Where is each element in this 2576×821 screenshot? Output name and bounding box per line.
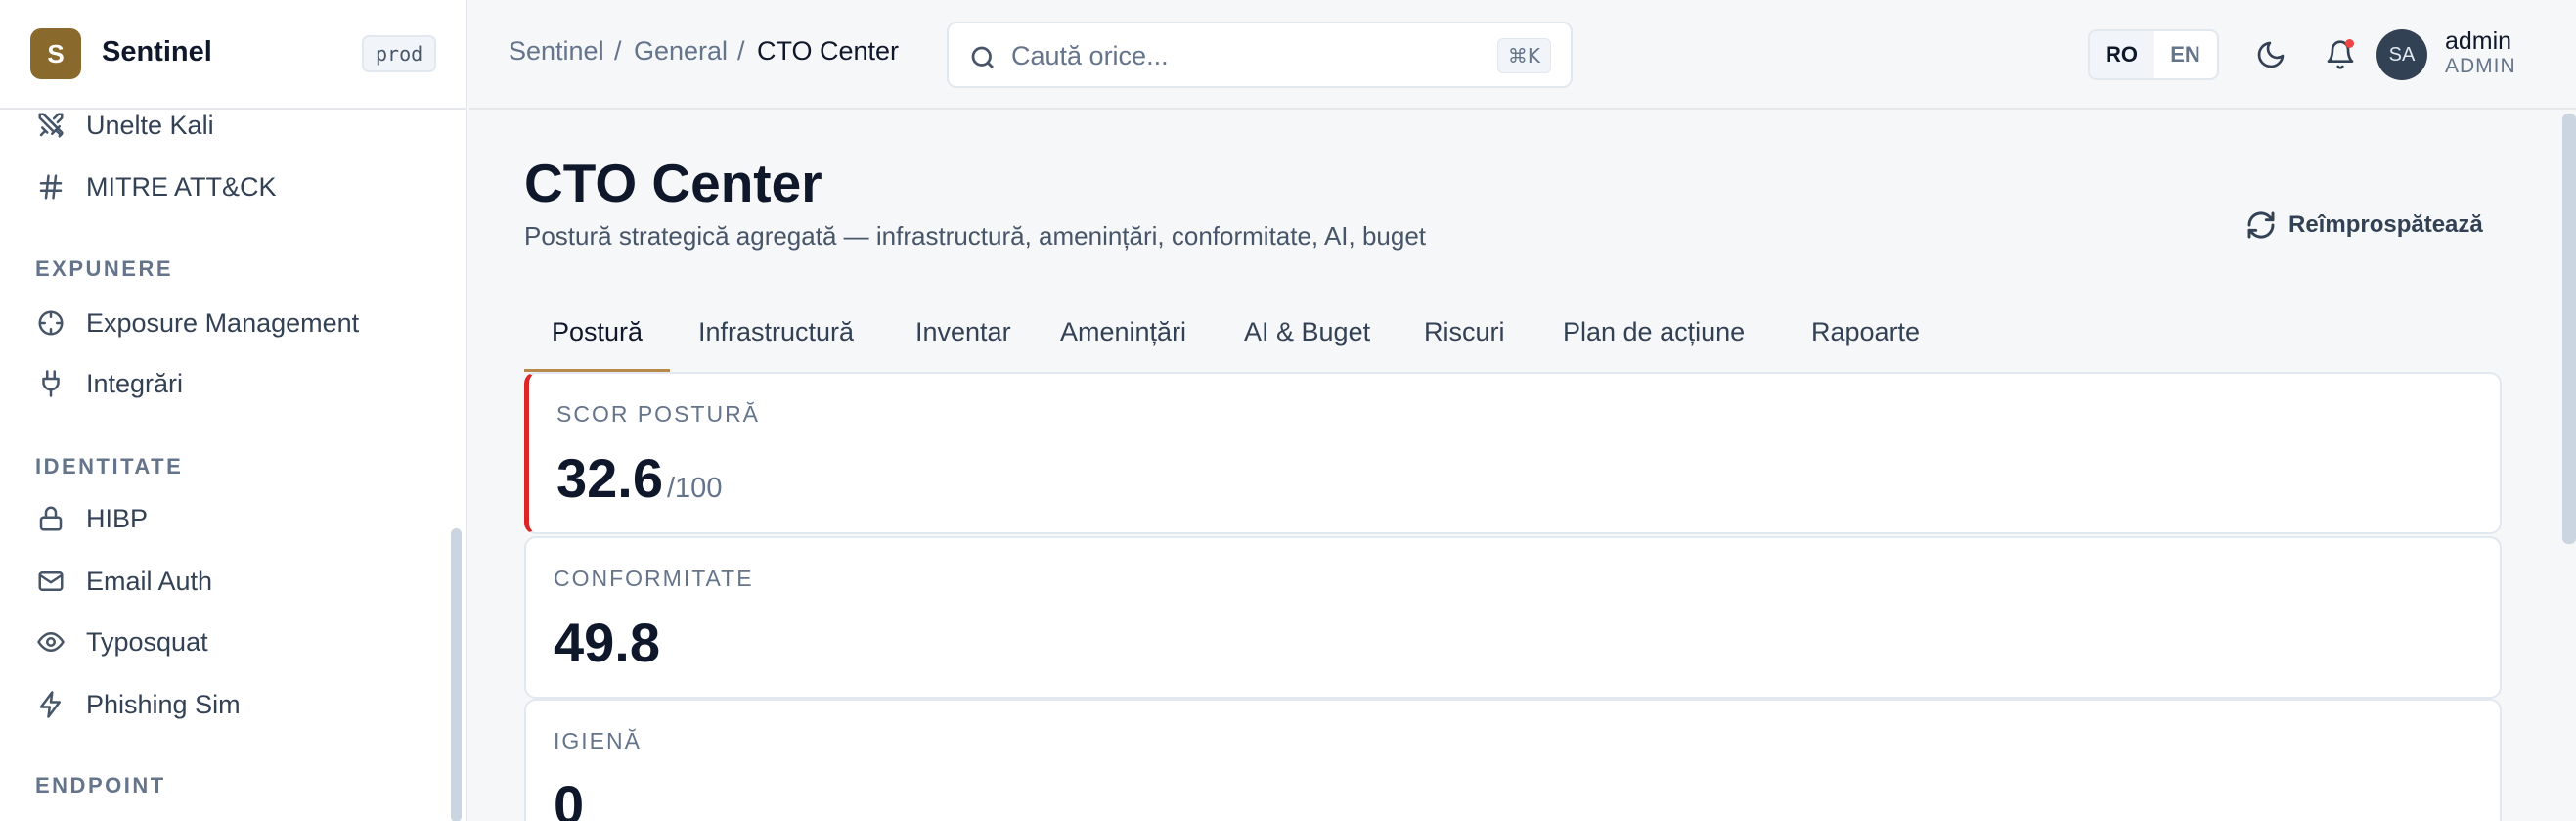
sidebar-item-label: MITRE ATT&CK bbox=[86, 171, 277, 202]
metric-label: IGIENĂ bbox=[554, 728, 642, 753]
metric-card-igiena: IGIENĂ 0 bbox=[524, 699, 2502, 821]
metric-value: 32.6/100 bbox=[556, 446, 722, 510]
refresh-icon bbox=[2247, 211, 2275, 239]
sidebar-item-integrari[interactable]: Integrări bbox=[35, 359, 183, 408]
section-label-expunere: EXPUNERE bbox=[35, 256, 174, 281]
brand-logo[interactable]: S bbox=[30, 28, 81, 79]
notification-dot bbox=[2345, 39, 2354, 48]
top-bar: Sentinel / General / CTO Center ⌘K RO EN… bbox=[469, 0, 2576, 110]
sidebar-item-label: Exposure Management bbox=[86, 307, 360, 338]
metric-value: 0 bbox=[554, 773, 584, 821]
crosshair-icon bbox=[35, 307, 67, 339]
section-label-identitate: IDENTITATE bbox=[35, 454, 184, 479]
hash-icon bbox=[35, 171, 67, 203]
search-input[interactable] bbox=[1011, 37, 1442, 74]
metric-value: 49.8 bbox=[554, 611, 660, 674]
brand-header: S Sentinel prod bbox=[0, 0, 466, 110]
tab-rapoarte[interactable]: Rapoarte bbox=[1784, 311, 1947, 372]
zap-icon bbox=[35, 689, 67, 720]
search-icon bbox=[971, 46, 994, 68]
sidebar: S Sentinel prod Unelte Kali MITRE ATT&CK… bbox=[0, 0, 467, 821]
sidebar-scrollbar[interactable] bbox=[451, 528, 462, 821]
swords-icon bbox=[35, 110, 67, 141]
page-subtitle: Postură strategică agregată — infrastruc… bbox=[524, 221, 1427, 251]
language-en-button[interactable]: EN bbox=[2154, 31, 2217, 78]
lock-icon bbox=[35, 503, 67, 534]
refresh-label: Reîmprospătează bbox=[2288, 211, 2483, 238]
metric-number: 32.6 bbox=[556, 447, 663, 509]
refresh-button[interactable]: Reîmprospătează bbox=[2245, 205, 2483, 245]
sidebar-item-email-auth[interactable]: Email Auth bbox=[35, 557, 212, 606]
breadcrumb-separator: / bbox=[614, 36, 622, 66]
main-scrollbar[interactable] bbox=[2562, 114, 2576, 544]
sidebar-item-label: HIBP bbox=[86, 503, 149, 533]
breadcrumb-separator: / bbox=[737, 36, 745, 66]
sidebar-item-exposure-management[interactable]: Exposure Management bbox=[35, 298, 359, 347]
sidebar-item-hibp[interactable]: HIBP bbox=[35, 494, 148, 543]
tab-infrastructura[interactable]: Infrastructură bbox=[671, 311, 881, 372]
metric-label: CONFORMITATE bbox=[554, 566, 754, 591]
page-title: CTO Center bbox=[524, 153, 822, 213]
sidebar-item-label: Email Auth bbox=[86, 566, 213, 596]
sidebar-item-label: Typosquat bbox=[86, 626, 208, 657]
language-ro-button[interactable]: RO bbox=[2090, 31, 2154, 78]
breadcrumb-general[interactable]: General bbox=[634, 36, 728, 67]
plug-icon bbox=[35, 368, 67, 399]
breadcrumb-sentinel[interactable]: Sentinel bbox=[509, 36, 604, 67]
tab-plan-de-actiune[interactable]: Plan de acțiune bbox=[1535, 311, 1772, 372]
notifications-button[interactable] bbox=[2321, 35, 2360, 74]
search-shortcut-hint: ⌘K bbox=[1496, 38, 1551, 73]
section-label-endpoint: ENDPOINT bbox=[35, 773, 166, 798]
tab-riscuri[interactable]: Riscuri bbox=[1397, 311, 1532, 372]
user-name[interactable]: admin bbox=[2445, 27, 2511, 56]
tab-postura[interactable]: Postură bbox=[524, 311, 671, 372]
metric-number: 49.8 bbox=[554, 612, 660, 673]
metric-number: 0 bbox=[554, 774, 585, 821]
sidebar-item-label: Unelte Kali bbox=[86, 110, 214, 140]
metric-suffix: /100 bbox=[667, 473, 723, 504]
moon-icon bbox=[2257, 41, 2285, 68]
sidebar-item-mitre-attack[interactable]: MITRE ATT&CK bbox=[35, 162, 277, 211]
mail-icon bbox=[35, 566, 67, 597]
tab-ai-buget[interactable]: AI & Buget bbox=[1217, 311, 1398, 372]
avatar[interactable]: SA bbox=[2376, 29, 2427, 80]
global-search[interactable]: ⌘K bbox=[947, 22, 1573, 88]
theme-toggle-button[interactable] bbox=[2251, 35, 2290, 74]
sidebar-item-label: Integrări bbox=[86, 368, 184, 398]
tab-inventar[interactable]: Inventar bbox=[888, 311, 1039, 372]
language-switcher: RO EN bbox=[2088, 29, 2219, 80]
eye-icon bbox=[35, 626, 67, 658]
metric-card-postura: SCOR POSTURĂ 32.6/100 bbox=[524, 372, 2502, 534]
metric-card-conformitate: CONFORMITATE 49.8 bbox=[524, 536, 2502, 699]
sidebar-item-typosquat[interactable]: Typosquat bbox=[35, 617, 208, 666]
sidebar-item-phishing-sim[interactable]: Phishing Sim bbox=[35, 680, 241, 729]
sidebar-item-unelte-kali[interactable]: Unelte Kali bbox=[35, 101, 214, 150]
environment-badge: prod bbox=[362, 35, 437, 72]
user-role: ADMIN bbox=[2445, 55, 2516, 77]
metric-label: SCOR POSTURĂ bbox=[556, 401, 761, 427]
sidebar-item-label: Phishing Sim bbox=[86, 689, 241, 719]
tab-amenintari[interactable]: Amenințări bbox=[1033, 311, 1214, 372]
brand-name[interactable]: Sentinel bbox=[102, 36, 212, 68]
breadcrumb-current: CTO Center bbox=[757, 36, 900, 66]
